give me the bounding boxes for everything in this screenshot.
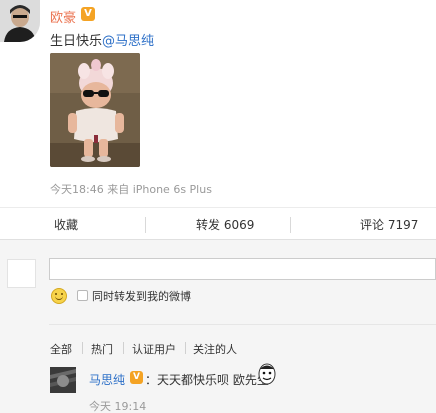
reply-author-name[interactable]: 马思纯: [89, 371, 125, 388]
post-meta: 今天18:46 来自 iPhone 6s Plus: [50, 183, 212, 196]
post-photo[interactable]: [50, 53, 140, 167]
filter-tab-verified[interactable]: 认证用户: [132, 341, 176, 357]
reply-verified-badge-icon: V: [130, 371, 143, 384]
reply-avatar[interactable]: [50, 367, 76, 393]
author-avatar[interactable]: [0, 0, 40, 42]
my-avatar: [7, 259, 36, 288]
filter-separator: [123, 342, 124, 354]
comment-section: 同时转发到我的微博 全部 热门 认证用户 关注的人 马思纯 V ：天天都快乐呗 …: [0, 240, 436, 413]
filter-separator: [185, 342, 186, 354]
face-sticker-icon: [258, 363, 276, 385]
filter-separator: [82, 342, 83, 354]
filter-divider: [49, 324, 436, 325]
action-divider: [290, 217, 291, 233]
reply-avatar-icon: [50, 367, 76, 393]
verified-badge-icon: V: [81, 7, 95, 21]
repost-checkbox-label[interactable]: 同时转发到我的微博: [92, 288, 191, 304]
favorite-button[interactable]: 收藏: [54, 216, 78, 233]
smiley-icon[interactable]: [51, 288, 67, 304]
doll-photo-icon: [50, 53, 140, 167]
user-avatar-icon: [0, 0, 40, 42]
comment-item: 马思纯 V ：天天都快乐呗 欧先生 今天 19:14: [50, 363, 436, 413]
author-name[interactable]: 欧豪: [50, 7, 76, 26]
comment-input[interactable]: [49, 258, 436, 280]
filter-tab-all[interactable]: 全部: [50, 341, 72, 357]
filter-tab-hot[interactable]: 热门: [91, 341, 113, 357]
mention-link[interactable]: @马思纯: [102, 34, 154, 49]
action-divider: [145, 217, 146, 233]
comment-button[interactable]: 评论 7197: [360, 216, 418, 233]
weibo-post: 欧豪 V 生日快乐@马思纯 今天18:46 来自 iPhone 6s Plus: [0, 0, 436, 207]
reply-text: ：天天都快乐呗 欧先生: [145, 373, 269, 387]
repost-button[interactable]: 转发 6069: [196, 216, 254, 233]
action-bar: 收藏 转发 6069 评论 7197: [0, 207, 436, 240]
filter-tab-following[interactable]: 关注的人: [193, 341, 237, 357]
reply-time: 今天 19:14: [89, 400, 147, 413]
post-text-body: 生日快乐: [50, 34, 103, 49]
repost-checkbox[interactable]: [77, 290, 88, 301]
post-text: 生日快乐@马思纯: [50, 30, 154, 49]
